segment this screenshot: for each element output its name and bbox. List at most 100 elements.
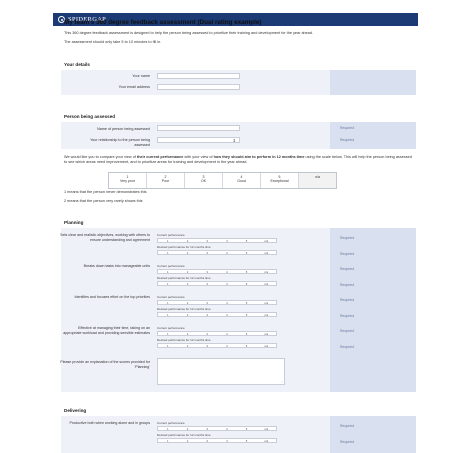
your-details-heading: Your details (64, 62, 90, 67)
rating-option[interactable]: n/a (256, 251, 276, 255)
rating-option[interactable]: n/a (256, 301, 276, 305)
rating-option[interactable]: n/a (256, 282, 276, 286)
current-performance-label: Current performance (157, 326, 185, 330)
rating-option[interactable]: 2 (178, 282, 198, 286)
desired-performance-rating[interactable]: 1 2 3 4 5 n/a (157, 281, 277, 286)
required-column (330, 416, 416, 453)
current-performance-rating[interactable]: 1 2 3 4 5 n/a (157, 426, 277, 431)
your-email-label: Your email address (118, 85, 150, 89)
current-performance-rating[interactable]: 1 2 3 4 5 n/a (157, 238, 277, 243)
rating-option[interactable]: 2 (178, 251, 198, 255)
rating-option[interactable]: 1 (158, 270, 178, 274)
rating-option[interactable]: 5 (237, 282, 257, 286)
planning-question: Breaks down tasks into manageable units (83, 264, 150, 268)
scale-cell: 4 Good (223, 173, 261, 188)
desired-performance-rating[interactable]: 1 2 3 4 5 n/a (157, 250, 277, 255)
rating-option[interactable]: 2 (178, 270, 198, 274)
rating-option[interactable]: 4 (217, 282, 237, 286)
rating-option[interactable]: 3 (197, 427, 217, 431)
desired-performance-rating[interactable]: 1 2 3 4 5 n/a (157, 312, 277, 317)
rating-option[interactable]: 4 (217, 301, 237, 305)
rating-option[interactable]: n/a (256, 270, 276, 274)
current-performance-rating[interactable]: 1 2 3 4 5 n/a (157, 300, 277, 305)
rating-option[interactable]: 1 (158, 239, 178, 243)
required-label: Required (340, 424, 355, 428)
rating-option[interactable]: 2 (178, 344, 198, 348)
your-email-input[interactable] (157, 84, 240, 90)
rating-option[interactable]: 4 (217, 439, 237, 443)
person-name-input[interactable] (157, 125, 240, 131)
rating-option[interactable]: 5 (237, 239, 257, 243)
current-performance-rating[interactable]: 1 2 3 4 5 n/a (157, 269, 277, 274)
planning-question: Identifies and focuses effort on the top… (74, 295, 150, 299)
rating-option[interactable]: 4 (217, 344, 237, 348)
rating-option[interactable]: 2 (178, 301, 198, 305)
rating-option[interactable]: 3 (197, 239, 217, 243)
rating-option[interactable]: 5 (237, 313, 257, 317)
rating-option[interactable]: 1 (158, 332, 178, 336)
rating-option[interactable]: 3 (197, 270, 217, 274)
required-label: Required (340, 298, 355, 302)
rating-option[interactable]: 5 (237, 427, 257, 431)
rating-option[interactable]: 4 (217, 270, 237, 274)
rating-option[interactable]: 3 (197, 282, 217, 286)
rating-option[interactable]: 1 (158, 439, 178, 443)
rating-option[interactable]: 1 (158, 251, 178, 255)
rating-option[interactable]: 3 (197, 344, 217, 348)
page-title: My team's 360 degree feedback assessment… (64, 19, 262, 26)
rating-option[interactable]: n/a (256, 427, 276, 431)
current-performance-rating[interactable]: 1 2 3 4 5 n/a (157, 331, 277, 336)
scale-cell: 5 Exceptional (261, 173, 299, 188)
current-performance-label: Current performance (157, 295, 185, 299)
relationship-select[interactable]: ⇕ (157, 137, 240, 143)
rating-option[interactable]: 2 (178, 439, 198, 443)
your-name-input[interactable] (157, 73, 240, 79)
required-label: Required (340, 126, 355, 130)
rating-option[interactable]: n/a (256, 313, 276, 317)
required-label: Required (340, 267, 355, 271)
rating-option[interactable]: n/a (256, 239, 276, 243)
rating-option[interactable]: 5 (237, 332, 257, 336)
scale-note-2: 2 means that the person very rarely show… (64, 199, 143, 203)
resize-handle-icon[interactable]: ⟋ (281, 380, 283, 384)
rating-option[interactable]: 2 (178, 313, 198, 317)
rating-option[interactable]: n/a (256, 344, 276, 348)
person-name-label: Name of person being assessed (97, 127, 150, 131)
rating-option[interactable]: 3 (197, 301, 217, 305)
rating-option[interactable]: n/a (256, 439, 276, 443)
delivering-question: Productive both when working alone and i… (69, 421, 150, 425)
desired-performance-label: Desired performance for 12 months time (157, 307, 211, 311)
rating-option[interactable]: 5 (237, 301, 257, 305)
rating-option[interactable]: 3 (197, 251, 217, 255)
your-name-label: Your name (132, 74, 150, 78)
rating-option[interactable]: 4 (217, 332, 237, 336)
rating-option[interactable]: 2 (178, 332, 198, 336)
required-label: Required (340, 138, 355, 142)
rating-option[interactable]: 3 (197, 313, 217, 317)
rating-option[interactable]: 1 (158, 344, 178, 348)
rating-option[interactable]: 1 (158, 301, 178, 305)
desired-performance-rating[interactable]: 1 2 3 4 5 n/a (157, 438, 277, 443)
rating-option[interactable]: n/a (256, 332, 276, 336)
rating-option[interactable]: 1 (158, 313, 178, 317)
planning-comment-textarea[interactable]: ⟋ (157, 358, 285, 385)
rating-option[interactable]: 4 (217, 239, 237, 243)
rating-option[interactable]: 4 (217, 251, 237, 255)
rating-option[interactable]: 1 (158, 282, 178, 286)
intro-time-text: The assessment should only take 5 to 10 … (64, 40, 162, 44)
rating-option[interactable]: 2 (178, 427, 198, 431)
rating-option[interactable]: 5 (237, 270, 257, 274)
desired-performance-label: Desired performance for 12 months time (157, 245, 211, 249)
current-performance-label: Current performance (157, 233, 185, 237)
rating-option[interactable]: 3 (197, 439, 217, 443)
rating-option[interactable]: 3 (197, 332, 217, 336)
rating-option[interactable]: 4 (217, 427, 237, 431)
rating-option[interactable]: 5 (237, 439, 257, 443)
rating-option[interactable]: 2 (178, 239, 198, 243)
rating-option[interactable]: 1 (158, 427, 178, 431)
rating-option[interactable]: 4 (217, 313, 237, 317)
rating-option[interactable]: 5 (237, 251, 257, 255)
rating-option[interactable]: 5 (237, 344, 257, 348)
required-column (330, 70, 416, 95)
desired-performance-rating[interactable]: 1 2 3 4 5 n/a (157, 343, 277, 348)
